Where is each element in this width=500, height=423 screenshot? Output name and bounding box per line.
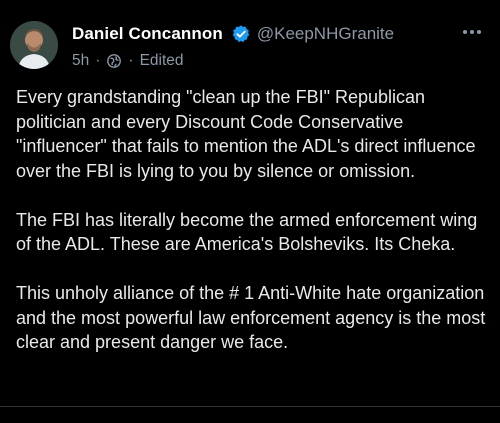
post-paragraph: This unholy alliance of the # 1 Anti-Whi… xyxy=(16,283,486,352)
post: Daniel Concannon @KeepNHGranite 5h · · E… xyxy=(0,0,500,406)
avatar[interactable] xyxy=(10,21,58,69)
post-divider xyxy=(0,406,500,423)
author-handle[interactable]: @KeepNHGranite xyxy=(257,24,394,44)
more-options-icon[interactable] xyxy=(458,22,486,42)
edited-label[interactable]: Edited xyxy=(140,52,184,70)
post-time[interactable]: 5h xyxy=(72,52,89,70)
globe-icon xyxy=(106,53,122,69)
meta-separator: · xyxy=(128,52,134,69)
author-name[interactable]: Daniel Concannon xyxy=(72,24,223,44)
post-meta: 5h · · Edited xyxy=(72,50,452,72)
meta-separator: · xyxy=(95,52,101,69)
author-row: Daniel Concannon @KeepNHGranite xyxy=(72,22,452,46)
post-header: Daniel Concannon @KeepNHGranite 5h · · E… xyxy=(72,22,452,72)
post-body: Every grandstanding "clean up the FBI" R… xyxy=(16,85,486,379)
post-paragraph: The FBI has literally become the armed e… xyxy=(16,209,478,255)
verified-badge-icon xyxy=(231,24,251,44)
post-paragraph: Every grandstanding "clean up the FBI" R… xyxy=(16,87,476,181)
